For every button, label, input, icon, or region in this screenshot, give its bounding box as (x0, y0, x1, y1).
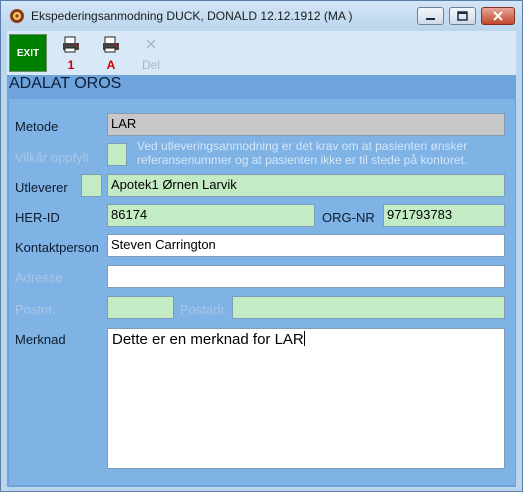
exit-label: EXIT (16, 48, 40, 59)
exit-button[interactable]: EXIT (9, 34, 47, 72)
maximize-button[interactable] (449, 7, 476, 25)
vilkar-label: Vilkår oppfylt (15, 150, 90, 165)
app-window: Ekspederingsanmodning DUCK, DONALD 12.12… (0, 0, 523, 492)
print-1-button[interactable]: 1 (51, 33, 91, 73)
metode-field[interactable]: LAR (107, 113, 505, 136)
printer-icon (103, 36, 119, 53)
adresse-label: Adresse (15, 270, 63, 285)
text-caret (303, 331, 305, 346)
utleverer-field[interactable]: Apotek1 Ørnen Larvik (107, 174, 505, 197)
toolbar: EXIT 1 A Del (7, 31, 516, 75)
close-icon (493, 11, 503, 21)
delete-label: Del (141, 58, 160, 72)
close-button[interactable] (481, 7, 515, 25)
delete-icon (146, 39, 156, 49)
minimize-icon (426, 18, 435, 20)
page-title: ADALAT OROS (9, 75, 122, 92)
window-title: Ekspederingsanmodning DUCK, DONALD 12.12… (31, 9, 353, 23)
utleverer-label: Utleverer (15, 180, 68, 195)
print-a-button[interactable]: A (91, 33, 131, 73)
vilkar-checkbox[interactable] (107, 143, 127, 166)
minimize-button[interactable] (417, 7, 444, 25)
delete-button[interactable]: Del (131, 33, 171, 73)
adresse-field[interactable] (107, 265, 505, 288)
vilkar-note: Ved utleveringsanmodning er det krav om … (137, 139, 468, 167)
orgnr-label: ORG-NR (322, 210, 375, 225)
kontaktperson-label: Kontaktperson (15, 240, 99, 255)
orgnr-field[interactable]: 971793783 (383, 204, 505, 227)
postnr-field[interactable] (107, 296, 174, 319)
postadr-label: Postadr. (180, 302, 228, 317)
printer-icon (63, 36, 79, 53)
merknad-label: Merknad (15, 332, 66, 347)
app-icon (10, 9, 24, 23)
metode-label: Metode (15, 119, 59, 134)
title-bar[interactable]: Ekspederingsanmodning DUCK, DONALD 12.12… (1, 1, 522, 29)
print-a-label: A (106, 58, 116, 72)
request-form: Metode LAR Vilkår oppfylt Ved utlevering… (9, 99, 515, 485)
merknad-text: Dette er en merknad for LAR (112, 331, 304, 348)
maximize-icon (457, 11, 468, 21)
herid-label: HER-ID (15, 210, 60, 225)
utleverer-code-field[interactable] (81, 174, 102, 197)
print-1-label: 1 (67, 58, 75, 72)
merknad-textarea[interactable]: Dette er en merknad for LAR (107, 328, 505, 469)
postadr-field[interactable] (232, 296, 505, 319)
herid-field[interactable]: 86174 (107, 204, 315, 227)
kontaktperson-field[interactable]: Steven Carrington (107, 234, 505, 257)
client-area: EXIT 1 A Del ADALAT OROS Metode LAR Vilk… (7, 31, 516, 487)
postnr-label: Postnr. (15, 302, 56, 317)
